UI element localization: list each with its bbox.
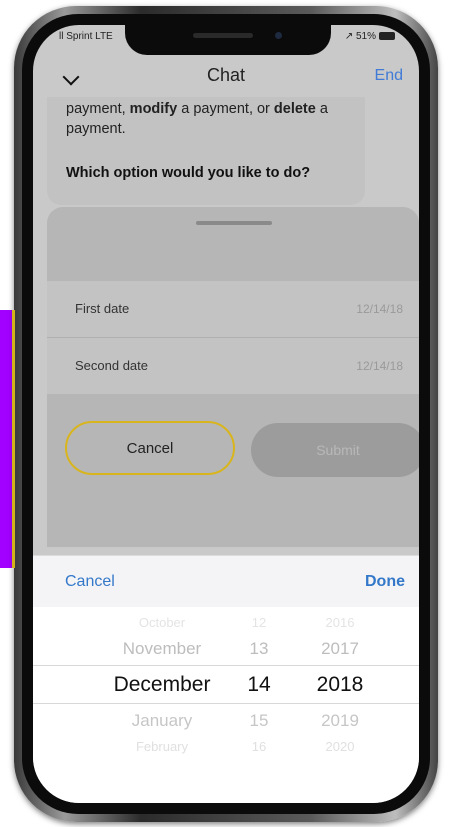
month-option[interactable]: February bbox=[87, 739, 237, 754]
year-option[interactable]: 2016 bbox=[295, 615, 385, 630]
year-option[interactable]: 2017 bbox=[295, 639, 385, 659]
battery-icon bbox=[379, 32, 395, 40]
picker-cancel-button[interactable]: Cancel bbox=[65, 573, 115, 591]
first-date-label: First date bbox=[75, 301, 130, 316]
year-option[interactable]: 2019 bbox=[295, 711, 385, 731]
first-date-row[interactable]: First date 12/14/18 bbox=[47, 281, 419, 338]
month-option[interactable]: October bbox=[87, 615, 237, 630]
chat-message-line-2: payment. bbox=[66, 121, 126, 137]
chat-message-line-1: payment, modify a payment, or delete a bbox=[66, 101, 328, 117]
chat-keyword: delete bbox=[273, 101, 316, 117]
chat-question: Which option would you like to do? bbox=[66, 165, 311, 181]
day-option[interactable]: 13 bbox=[238, 639, 280, 659]
status-battery: ↗ 51% bbox=[345, 31, 395, 42]
accent-line bbox=[12, 310, 15, 568]
year-option-selected[interactable]: 2018 bbox=[295, 673, 385, 697]
year-column[interactable]: 2016 2017 2018 2019 2020 bbox=[295, 615, 385, 775]
date-picker-wheel[interactable]: October November December January Februa… bbox=[33, 607, 419, 803]
month-column[interactable]: October November December January Februa… bbox=[87, 615, 237, 775]
end-chat-button[interactable]: End bbox=[375, 67, 403, 85]
picker-done-button[interactable]: Done bbox=[365, 573, 405, 591]
chat-message-text: payment, modify a payment, or delete a p… bbox=[66, 99, 366, 139]
day-option[interactable]: 15 bbox=[238, 711, 280, 731]
year-option[interactable]: 2020 bbox=[295, 739, 385, 754]
day-column[interactable]: 12 13 14 15 16 bbox=[238, 615, 280, 775]
phone-screen: ll Sprint LTE ↗ 51% Chat End payment, mo… bbox=[33, 25, 419, 803]
form-cancel-button[interactable]: Cancel bbox=[65, 421, 235, 475]
page-title: Chat bbox=[206, 65, 246, 85]
second-date-value: 12/14/18 bbox=[356, 359, 403, 373]
sheet-drag-handle[interactable] bbox=[196, 221, 272, 225]
form-submit-button[interactable]: Submit bbox=[251, 423, 419, 477]
day-option[interactable]: 12 bbox=[238, 615, 280, 630]
second-date-row[interactable]: Second date 12/14/18 bbox=[47, 338, 419, 394]
second-date-label: Second date bbox=[75, 358, 149, 373]
day-option-selected[interactable]: 14 bbox=[238, 673, 280, 697]
camera-icon bbox=[275, 32, 282, 39]
month-option[interactable]: November bbox=[87, 639, 237, 659]
status-carrier: ll Sprint LTE bbox=[59, 31, 113, 42]
battery-text: ↗ 51% bbox=[344, 31, 376, 42]
month-option-selected[interactable]: December bbox=[87, 673, 237, 697]
month-option[interactable]: January bbox=[87, 711, 237, 731]
phone-notch bbox=[125, 25, 331, 55]
first-date-value: 12/14/18 bbox=[356, 302, 403, 316]
day-option[interactable]: 16 bbox=[238, 739, 280, 754]
speaker-grille bbox=[193, 33, 253, 38]
chat-keyword: modify bbox=[129, 101, 178, 117]
